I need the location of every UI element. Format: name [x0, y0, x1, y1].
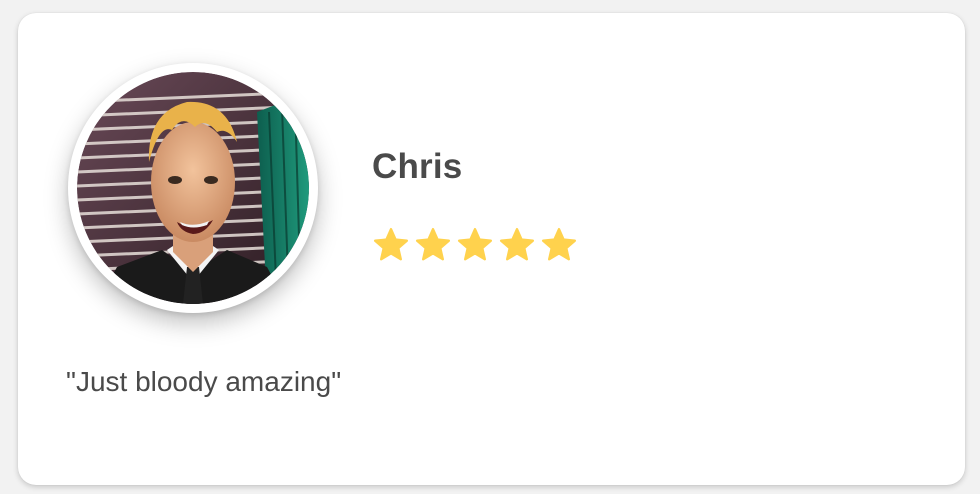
star-icon	[499, 227, 535, 261]
avatar	[68, 63, 318, 313]
review-quote: "Just bloody amazing"	[66, 366, 342, 397]
reviewer-name: Chris	[372, 147, 463, 186]
star-icon	[373, 227, 409, 261]
review-card: Chris "Just bloody amazing"	[18, 13, 965, 485]
star-icon	[415, 227, 451, 261]
avatar-photo	[77, 72, 309, 304]
star-icon	[541, 227, 577, 261]
star-icon	[457, 227, 493, 261]
star-rating	[372, 226, 578, 264]
